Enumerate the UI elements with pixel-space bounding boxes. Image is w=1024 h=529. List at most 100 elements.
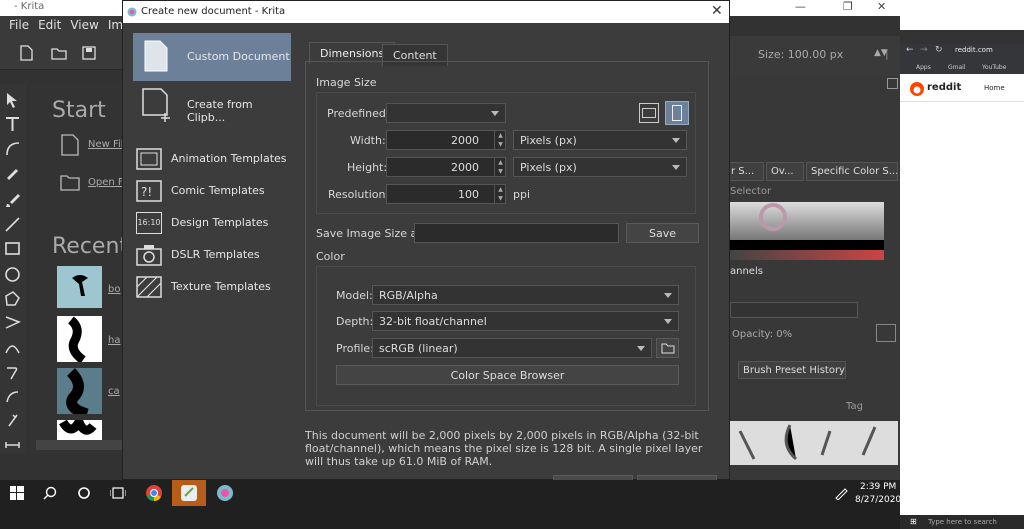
close-icon[interactable]: ✕ bbox=[877, 0, 886, 13]
recent-item-label[interactable]: bo bbox=[108, 284, 120, 295]
brush-preset-history-tab[interactable]: Brush Preset History bbox=[738, 361, 846, 379]
reddit-logo-icon[interactable] bbox=[910, 82, 924, 96]
polygon-tool-icon[interactable] bbox=[4, 290, 21, 307]
text-tool-icon[interactable] bbox=[4, 116, 21, 133]
color-selector[interactable] bbox=[730, 202, 884, 240]
template-clipboard[interactable]: Create from Clipb... bbox=[133, 85, 291, 125]
resolution-input[interactable]: 100 bbox=[386, 184, 506, 204]
select-pointer-icon[interactable] bbox=[4, 92, 21, 109]
clock-date[interactable]: 8/27/2020 bbox=[855, 495, 901, 505]
save-icon[interactable] bbox=[81, 45, 97, 61]
windows-start-icon[interactable]: ⊞ bbox=[910, 517, 917, 526]
recent-item-label[interactable]: ha bbox=[108, 335, 120, 346]
bezier-tool-icon[interactable] bbox=[4, 338, 21, 355]
recent-thumbnail[interactable] bbox=[57, 266, 102, 308]
height-unit-combo[interactable]: Pixels (px) bbox=[513, 157, 687, 177]
menu-image[interactable]: Im bbox=[108, 18, 123, 32]
minimize-icon[interactable]: — bbox=[795, 0, 806, 13]
dialog-close-icon[interactable]: ✕ bbox=[711, 3, 723, 19]
windows-start-icon[interactable] bbox=[10, 486, 24, 500]
template-dslr[interactable]: DSLR Templates bbox=[133, 239, 291, 271]
height-stepper[interactable]: ▲ ▼ bbox=[494, 158, 506, 176]
width-unit-value: Pixels (px) bbox=[520, 134, 577, 147]
recent-thumbnail[interactable] bbox=[57, 316, 102, 364]
profile-browse-button[interactable] bbox=[656, 338, 679, 358]
document-description: This document will be 2,000 pixels by 2,… bbox=[305, 429, 703, 468]
menu-view[interactable]: View bbox=[70, 18, 98, 32]
width-unit-combo[interactable]: Pixels (px) bbox=[513, 130, 687, 150]
freehand-path-icon[interactable] bbox=[4, 364, 21, 381]
profile-combo[interactable]: scRGB (linear) bbox=[372, 338, 652, 358]
edit-shapes-icon[interactable] bbox=[4, 140, 21, 157]
tag-combo[interactable]: Tag bbox=[846, 401, 863, 412]
krita-taskbar-button[interactable] bbox=[172, 480, 206, 506]
opacity-readout[interactable]: Opacity: 0% bbox=[732, 329, 792, 340]
cortana-icon[interactable] bbox=[77, 486, 91, 500]
hue-slider[interactable] bbox=[730, 250, 884, 260]
line-tool-icon[interactable] bbox=[4, 216, 21, 233]
polyline-tool-icon[interactable] bbox=[4, 314, 21, 331]
home-feed-selector[interactable]: Home bbox=[984, 84, 1005, 92]
chrome-icon[interactable] bbox=[145, 484, 163, 502]
open-folder-icon[interactable] bbox=[51, 45, 67, 61]
template-animation[interactable]: Animation Templates bbox=[133, 143, 291, 175]
rectangle-tool-icon[interactable] bbox=[4, 240, 21, 257]
pen-tray-icon[interactable] bbox=[834, 486, 848, 500]
color-space-browser-button[interactable]: Color Space Browser bbox=[336, 365, 679, 385]
menu-file[interactable]: File bbox=[9, 18, 29, 32]
recent-thumbnail[interactable] bbox=[57, 368, 102, 420]
predefined-combo[interactable] bbox=[386, 103, 506, 123]
template-custom-document[interactable]: Custom Document bbox=[133, 33, 291, 81]
recent-thumbnail[interactable] bbox=[57, 411, 102, 440]
search-box[interactable]: Type here to search bbox=[928, 518, 997, 526]
save-size-button[interactable]: Save bbox=[626, 223, 699, 243]
maximize-icon[interactable]: ❐ bbox=[843, 0, 853, 13]
save-size-name-input[interactable] bbox=[414, 223, 619, 243]
docker-tab-specific-color[interactable]: Specific Color S... bbox=[806, 162, 898, 181]
menu-edit[interactable]: Edit bbox=[38, 18, 61, 32]
template-comic[interactable]: ?! Comic Templates bbox=[133, 175, 291, 207]
template-texture[interactable]: Texture Templates bbox=[133, 271, 291, 303]
width-input[interactable]: 2000 bbox=[386, 130, 506, 150]
layers-list-icon[interactable] bbox=[876, 324, 896, 342]
channels-tab[interactable]: annels bbox=[730, 266, 763, 277]
search-icon[interactable] bbox=[43, 486, 57, 500]
template-design[interactable]: 16:10 Design Templates bbox=[133, 207, 291, 239]
multibrush-icon[interactable] bbox=[4, 412, 21, 429]
krita-brush-app-icon[interactable] bbox=[216, 484, 234, 502]
url-text[interactable]: reddit.com bbox=[955, 46, 993, 54]
new-document-icon[interactable] bbox=[18, 45, 34, 61]
float-docker-icon[interactable] bbox=[887, 78, 898, 89]
bookmark-gmail[interactable]: Gmail bbox=[948, 64, 966, 71]
reddit-wordmark[interactable]: reddit bbox=[927, 82, 961, 93]
task-view-icon[interactable] bbox=[110, 486, 126, 500]
value-slider[interactable] bbox=[730, 240, 884, 250]
reload-icon[interactable]: ↻ bbox=[935, 45, 943, 55]
width-stepper[interactable]: ▲ ▼ bbox=[494, 131, 506, 149]
clock-time[interactable]: 2:39 PM bbox=[860, 482, 896, 492]
ellipse-tool-icon[interactable] bbox=[4, 266, 21, 283]
recent-item-label[interactable]: ca bbox=[108, 386, 120, 397]
docker-tab-overview[interactable]: Ov... bbox=[766, 162, 804, 181]
depth-combo[interactable]: 32-bit float/channel bbox=[372, 311, 679, 331]
brush-presets-grid[interactable] bbox=[730, 421, 898, 465]
bookmark-youtube[interactable]: YouTube bbox=[982, 64, 1006, 71]
layer-mode-combo[interactable] bbox=[730, 302, 858, 318]
docker-tab-advanced-color[interactable]: r S... bbox=[726, 162, 764, 181]
open-file-link[interactable]: Open F bbox=[88, 177, 124, 188]
new-file-link[interactable]: New Fil bbox=[88, 139, 124, 150]
height-input[interactable]: 2000 bbox=[386, 157, 506, 177]
resolution-stepper[interactable]: ▲ ▼ bbox=[494, 185, 506, 203]
measure-tool-icon[interactable] bbox=[4, 436, 21, 453]
dynamic-brush-icon[interactable] bbox=[4, 388, 21, 405]
forward-icon[interactable]: → bbox=[920, 45, 928, 55]
brush-icon[interactable] bbox=[4, 192, 21, 209]
brush-size-readout[interactable]: Size: 100.00 px bbox=[758, 48, 843, 61]
recent-scrollbar[interactable] bbox=[36, 440, 126, 450]
calligraphy-icon[interactable] bbox=[4, 164, 21, 181]
landscape-orientation-icon[interactable] bbox=[639, 103, 659, 123]
model-combo[interactable]: RGB/Alpha bbox=[372, 285, 679, 305]
back-icon[interactable]: ← bbox=[906, 45, 914, 55]
bookmark-apps[interactable]: Apps bbox=[916, 64, 931, 71]
portrait-orientation-icon[interactable] bbox=[665, 101, 689, 125]
